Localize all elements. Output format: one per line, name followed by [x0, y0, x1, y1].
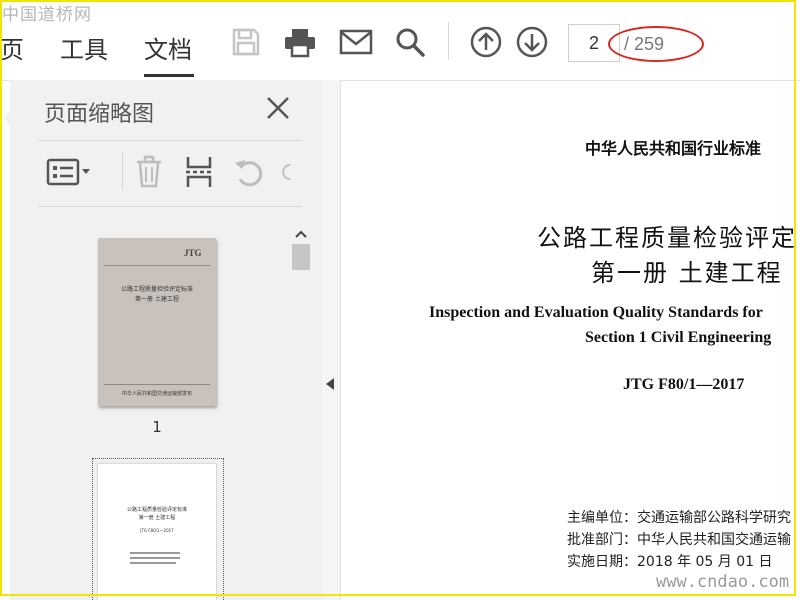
thumbnail-scrollbar[interactable] — [288, 218, 312, 600]
thumbnail-options-icon[interactable] — [46, 154, 92, 190]
cover-brand: JTG — [184, 248, 202, 258]
nav-tab-document[interactable]: 文档 — [144, 30, 192, 65]
panel-collapse-strip[interactable] — [322, 80, 341, 600]
close-icon[interactable] — [262, 92, 294, 124]
annotation-ellipse — [608, 26, 704, 62]
search-icon[interactable] — [392, 24, 428, 60]
thumbnail-list: JTG 公路工程质量检验评定标准 第一册 土建工程 中华人民共和国交通运输部发布… — [44, 218, 288, 600]
doc-title-cn: 公路工程质量检验评定 — [537, 224, 797, 252]
panel-tool-separator — [122, 152, 123, 190]
page-title: 公路工程质量检验评定标准 — [126, 507, 187, 513]
doc-approval-dept: 批准部门：中华人民共和国交通运输 — [567, 532, 791, 548]
page-thumbnails-panel: 页面缩略图 JTG 公路工程质量检验评定标准 第一册 土建工程 中华人民共和国交… — [10, 80, 323, 600]
email-icon[interactable] — [338, 24, 374, 60]
cover-subtitle: 第一册 土建工程 — [135, 296, 179, 303]
cover-publisher: 中华人民共和国交通运输部发布 — [121, 391, 192, 397]
page-up-icon[interactable] — [468, 24, 504, 60]
collapse-arrow-icon[interactable] — [326, 378, 334, 390]
rotate-cw-icon[interactable] — [282, 154, 302, 190]
doc-header: 中华人民共和国行业标准 — [585, 139, 762, 158]
rotate-ccw-icon[interactable] — [232, 154, 266, 190]
text-line — [130, 562, 176, 564]
doc-code: JTG F80/1—2017 — [623, 376, 745, 393]
page-thumbnail-2[interactable]: 公路工程质量检验评定标准 第一册 土建工程 JTG F80/1—2017 — [98, 464, 216, 600]
panel-divider — [38, 206, 302, 207]
page-subtitle: 第一册 土建工程 — [138, 515, 176, 521]
watermark-top: 中国道桥网 — [2, 5, 92, 25]
cover-title: 公路工程质量检验评定标准 — [120, 286, 193, 293]
chevron-up-icon[interactable] — [294, 224, 308, 243]
page-down-icon[interactable] — [514, 24, 550, 60]
document-page: 中华人民共和国行业标准 公路工程质量检验评定 第一册 土建工程 Inspecti… — [341, 81, 800, 600]
panel-divider — [38, 140, 302, 141]
print-icon[interactable] — [282, 24, 318, 60]
scroll-thumb[interactable] — [292, 244, 310, 270]
doc-subtitle-en: Section 1 Civil Engineering — [585, 329, 772, 346]
nav-tab-tools[interactable]: 工具 — [60, 30, 108, 65]
toolbar: 中国道桥网 页 工具 文档 2 / 259 — [0, 0, 800, 81]
doc-subtitle-cn: 第一册 土建工程 — [591, 259, 783, 287]
active-tab-indicator — [144, 74, 194, 77]
nav-tab-page-partial[interactable]: 页 — [0, 30, 24, 65]
text-line — [130, 552, 180, 554]
watermark-bottom: www.cndao.com — [656, 572, 790, 592]
page-code: JTG F80/1—2017 — [140, 528, 174, 533]
page-thumbnail-1[interactable]: JTG 公路工程质量检验评定标准 第一册 土建工程 中华人民共和国交通运输部发布 — [98, 238, 216, 406]
delete-icon[interactable] — [134, 154, 164, 190]
doc-title-en: Inspection and Evaluation Quality Standa… — [429, 304, 763, 321]
panel-pointer — [4, 108, 12, 128]
panel-title: 页面缩略图 — [44, 102, 155, 127]
save-icon[interactable] — [228, 24, 264, 60]
doc-editor-unit: 主编单位：交通运输部公路科学研究 — [567, 510, 791, 526]
extract-icon[interactable] — [184, 154, 214, 190]
doc-effective-date: 实施日期：2018 年 05 月 01 日 — [567, 554, 773, 570]
toolbar-separator — [448, 22, 449, 60]
thumbnail-label: 1 — [152, 418, 162, 436]
cover-rule — [104, 265, 210, 266]
text-line — [130, 557, 180, 559]
cover-rule — [104, 384, 210, 385]
